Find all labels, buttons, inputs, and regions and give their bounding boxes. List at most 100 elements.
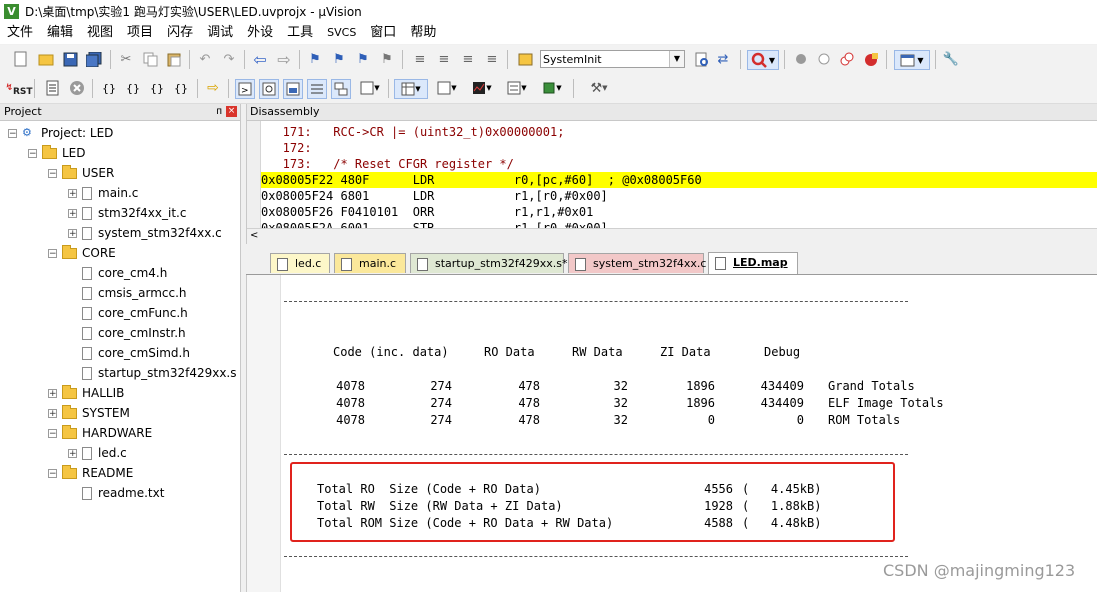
pin-icon[interactable]: ᴨ [216, 104, 222, 120]
breakpoint-enable-icon[interactable] [815, 50, 833, 68]
tree-file[interactable]: + system_stm32f4xx.c [68, 223, 222, 243]
disassembly-line[interactable]: 171: RCC->CR |= (uint32_t)0x00000001; [261, 124, 565, 140]
toolbox-dropdown[interactable]: ⚒ ▼ [582, 79, 616, 97]
tree-group-hallib[interactable]: + HALLIB [48, 383, 124, 403]
disassembly-line[interactable]: 0x08005F22 480F LDR r0,[pc,#60] ; @0x080… [261, 172, 702, 188]
disassembly-line[interactable]: 0x08005F24 6801 LDR r1,[r0,#0x00] [261, 188, 608, 204]
configure-icon[interactable]: 🔧 [942, 50, 960, 68]
editor-tab[interactable]: main.c [334, 253, 406, 273]
editor-tab[interactable]: LED.map [708, 252, 798, 274]
disassembly-line[interactable]: 173: /* Reset CFGR register */ [261, 156, 514, 172]
expand-icon[interactable]: + [68, 208, 77, 218]
uncomment-icon[interactable]: ≡ [483, 50, 501, 68]
disassembly-line[interactable]: 0x08005F26 F0410101 ORR r1,r1,#0x01 [261, 204, 593, 220]
tree-file[interactable]: + main.c [68, 183, 138, 203]
copy-icon[interactable] [141, 50, 159, 68]
navigate-back-icon[interactable]: ⇦ [251, 50, 269, 69]
menu-project[interactable]: 项目 [120, 22, 160, 44]
command-window-icon[interactable]: > [235, 79, 255, 99]
menu-edit[interactable]: 编辑 [40, 22, 80, 44]
reset-cpu-icon[interactable]: ↯ RST [5, 79, 32, 97]
paste-icon[interactable] [165, 50, 183, 68]
bookmark-prev-icon[interactable]: ⚑ [330, 50, 348, 68]
save-all-icon[interactable] [85, 50, 103, 68]
tree-file[interactable]: readme.txt [82, 483, 164, 503]
expand-icon[interactable]: + [48, 408, 57, 418]
bookmark-insert-icon[interactable]: ⚑ [306, 50, 324, 68]
expand-icon[interactable]: + [68, 228, 77, 238]
run-to-cursor-icon[interactable]: {} [172, 79, 190, 97]
memory-windows-dropdown[interactable]: ▼ [394, 79, 428, 99]
comment-icon[interactable]: ≡ [459, 50, 477, 68]
run-icon[interactable] [44, 79, 62, 97]
stop-icon[interactable] [68, 79, 86, 97]
system-viewer-dropdown[interactable]: ▼ [538, 79, 566, 97]
new-file-icon[interactable] [12, 50, 30, 68]
collapse-icon[interactable]: − [8, 128, 17, 138]
collapse-icon[interactable]: − [48, 168, 57, 178]
breakpoint-disable-all-icon[interactable] [838, 50, 856, 68]
disassembly-window-icon[interactable] [259, 79, 279, 99]
menu-debug[interactable]: 调试 [200, 22, 240, 44]
collapse-icon[interactable]: − [28, 148, 37, 158]
tree-target-led[interactable]: − LED [28, 143, 86, 163]
cut-icon[interactable]: ✂ [117, 50, 135, 68]
horizontal-scrollbar[interactable]: < [247, 228, 1097, 244]
menu-window[interactable]: 窗口 [363, 22, 403, 44]
menu-view[interactable]: 视图 [80, 22, 120, 44]
function-combo[interactable]: SystemInit ▼ [540, 50, 685, 68]
find-icon[interactable] [692, 50, 710, 68]
disassembly-line[interactable]: 172: [261, 140, 312, 156]
menu-tools[interactable]: 工具 [280, 22, 320, 44]
tree-group-core[interactable]: − CORE [48, 243, 116, 263]
collapse-icon[interactable]: − [48, 248, 57, 258]
tree-file[interactable]: cmsis_armcc.h [82, 283, 187, 303]
breakpoint-kill-all-icon[interactable] [862, 50, 880, 68]
navigate-forward-icon[interactable]: ⇨ [275, 50, 293, 69]
expand-icon[interactable]: + [68, 188, 77, 198]
tree-group-readme[interactable]: − README [48, 463, 133, 483]
indent-icon[interactable]: ≡ [411, 50, 429, 68]
step-over-icon[interactable]: {} [124, 79, 142, 97]
symbols-window-icon[interactable] [283, 79, 303, 99]
menu-flash[interactable]: 闪存 [160, 22, 200, 44]
editor-tab[interactable]: led.c [270, 253, 330, 273]
editor-tab[interactable]: system_stm32f4xx.c [568, 253, 706, 273]
tree-file[interactable]: core_cmFunc.h [82, 303, 188, 323]
menu-svcs[interactable]: SVCS [320, 22, 363, 44]
tree-project-root[interactable]: − ⚙ Project: LED [8, 123, 113, 143]
tree-file[interactable]: core_cmInstr.h [82, 323, 186, 343]
step-into-icon[interactable]: {} [100, 79, 118, 97]
incremental-find-icon[interactable]: ⇄ [714, 50, 732, 68]
window-layout-button[interactable]: ▼ [894, 50, 930, 70]
breakpoint-insert-icon[interactable] [792, 50, 810, 68]
trace-windows-dropdown[interactable]: ▼ [503, 79, 531, 97]
collapse-icon[interactable]: − [48, 428, 57, 438]
menu-help[interactable]: 帮助 [403, 22, 443, 44]
tree-group-user[interactable]: − USER [48, 163, 114, 183]
tree-file[interactable]: core_cmSimd.h [82, 343, 190, 363]
editor-tab[interactable]: startup_stm32f429xx.s* [410, 253, 567, 273]
call-stack-window-icon[interactable] [331, 79, 351, 99]
save-icon[interactable] [61, 50, 79, 68]
bookmark-next-icon[interactable]: ⚑ [354, 50, 372, 68]
expand-icon[interactable]: + [68, 448, 77, 458]
menu-file[interactable]: 文件 [0, 22, 40, 44]
serial-windows-dropdown[interactable]: ▼ [433, 79, 461, 97]
expand-icon[interactable]: + [48, 388, 57, 398]
collapse-icon[interactable]: − [48, 468, 57, 478]
chevron-down-icon[interactable]: ▼ [669, 51, 684, 67]
show-next-statement-icon[interactable]: ⇨ [204, 79, 222, 97]
tree-file[interactable]: + led.c [68, 443, 127, 463]
tree-group-hardware[interactable]: − HARDWARE [48, 423, 152, 443]
analysis-windows-dropdown[interactable]: ▼ [468, 79, 496, 97]
menu-peripherals[interactable]: 外设 [240, 22, 280, 44]
close-icon[interactable]: × [226, 106, 237, 117]
undo-icon[interactable]: ↶ [196, 50, 214, 68]
bookmark-clear-icon[interactable]: ⚑ [378, 50, 396, 68]
tree-file[interactable]: startup_stm32f429xx.s [82, 363, 237, 383]
find-in-files-icon[interactable] [516, 50, 534, 68]
step-out-icon[interactable]: {} [148, 79, 166, 97]
debug-session-button[interactable]: ▼ [747, 50, 779, 70]
watch-windows-dropdown[interactable]: ▼ [357, 79, 383, 97]
